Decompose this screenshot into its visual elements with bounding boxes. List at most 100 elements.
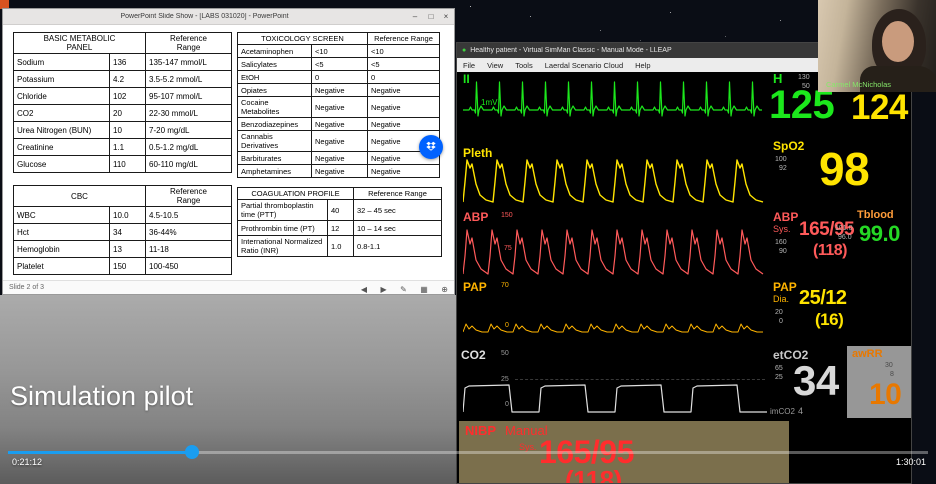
table-cell: 100-450	[146, 258, 232, 275]
table-cell: 40	[328, 200, 354, 221]
tblood-label: Tblood	[857, 210, 894, 221]
table-cell: 1.1	[110, 139, 146, 156]
table-cell: 22-30 mmol/L	[146, 105, 232, 122]
basic-metabolic-panel-table: BASIC METABOLIC PANEL Reference Range So…	[13, 32, 232, 173]
close-button[interactable]: ×	[439, 10, 453, 23]
table-title: BASIC METABOLIC PANEL	[14, 33, 146, 54]
menu-item-laerdal-scenario-cloud[interactable]: Laerdal Scenario Cloud	[539, 61, 629, 70]
table-cell: 60-110 mg/dL	[146, 156, 232, 173]
progress-handle[interactable]	[185, 445, 199, 459]
pap-label: PAP	[773, 281, 797, 293]
table-ref-header: Reference Range	[368, 33, 440, 45]
menu-item-help[interactable]: Help	[629, 61, 656, 70]
table-row: Hemoglobin1311-18	[14, 241, 232, 258]
table-ref-header: Reference Range	[354, 188, 442, 200]
dropbox-icon[interactable]	[419, 135, 443, 159]
minimize-button[interactable]: –	[408, 10, 422, 23]
table-cell: 20	[110, 105, 146, 122]
table-cell: Salicylates	[238, 58, 312, 71]
table-row: AmphetaminesNegativeNegative	[238, 165, 440, 178]
table-cell: Benzodiazepines	[238, 118, 312, 131]
etco2-limit-high: 65	[775, 365, 783, 372]
menu-item-view[interactable]: View	[481, 61, 509, 70]
monitor-window-title: Healthy patient - Virtual SimMan Classic…	[470, 47, 671, 54]
table-cell: Chloride	[14, 88, 110, 105]
see-all-slides-icon[interactable]: ▦	[420, 285, 428, 294]
co2-waveform	[463, 352, 769, 416]
table-cell: 36-44%	[146, 224, 232, 241]
pap-limit-high: 20	[775, 309, 783, 316]
spo2-limit-low: 92	[779, 165, 787, 172]
table-cell: Platelet	[14, 258, 110, 275]
table-cell: Hct	[14, 224, 110, 241]
pen-tool-icon[interactable]: ✎	[400, 285, 407, 294]
table-cell: Negative	[312, 131, 368, 152]
menu-item-file[interactable]: File	[457, 61, 481, 70]
awrr-limit-high: 30	[885, 362, 893, 369]
table-cell: Negative	[368, 165, 440, 178]
video-title: Simulation pilot	[10, 381, 193, 412]
table-row: Sodium136135-147 mmol/L	[14, 54, 232, 71]
table-row: Acetaminophen<10<10	[238, 45, 440, 58]
table-row: Potassium4.23.5-5.2 mmol/L	[14, 71, 232, 88]
elapsed-time: 0:21:12	[12, 457, 42, 467]
nibp-label: NIBP	[465, 424, 496, 437]
awrr-limit-low: 8	[890, 371, 894, 378]
next-slide-button[interactable]: ▶	[381, 285, 387, 294]
table-cell: 150	[110, 258, 146, 275]
table-cell: 0.8-1.1	[354, 236, 442, 257]
pleth-waveform	[463, 146, 769, 208]
table-title: TOXICOLOGY SCREEN	[238, 33, 368, 45]
slideshow-toolbar: ◀ ▶ ✎ ▦ ⊕	[352, 279, 448, 297]
table-cell: 10.0	[110, 207, 146, 224]
tblood-value: 99.0	[859, 223, 900, 245]
desktop-background-stars	[470, 6, 471, 7]
table-row: Prothrombin time (PT)1210 – 14 sec	[238, 221, 442, 236]
window-title: PowerPoint Slide Show - [LABS 031020] - …	[3, 13, 406, 20]
table-title: COAGULATION PROFILE	[238, 188, 354, 200]
video-progress-bar[interactable]	[8, 451, 928, 454]
table-row: Hct3436-44%	[14, 224, 232, 241]
table-cell: Negative	[312, 84, 368, 97]
table-row: EtOH00	[238, 71, 440, 84]
patient-status-icon: ●	[462, 47, 466, 54]
table-cell: 102	[110, 88, 146, 105]
pap-sublabel: Dia.	[773, 295, 789, 304]
table-cell: Cannabis Derivatives	[238, 131, 312, 152]
monitor-screen: II 1mV Pleth ABP 150 75 PAP 70 0 CO2 50 …	[457, 72, 911, 483]
table-cell: EtOH	[238, 71, 312, 84]
table-cell: International Normalized Ratio (INR)	[238, 236, 328, 257]
table-row: Cannabis DerivativesNegativeNegative	[238, 131, 440, 152]
table-cell: 10	[110, 122, 146, 139]
table-cell: Negative	[312, 97, 368, 118]
restore-button[interactable]: □	[424, 10, 438, 23]
total-duration: 1:30:01	[896, 457, 926, 467]
table-cell: Amphetamines	[238, 165, 312, 178]
participant-name: Carmel McNicholas	[826, 80, 891, 89]
table-row: Partial thromboplastin time (PTT)4032 – …	[238, 200, 442, 221]
table-row: CO22022-30 mmol/L	[14, 105, 232, 122]
table-cell: <5	[312, 58, 368, 71]
progress-played	[8, 451, 192, 454]
table-cell: Creatinine	[14, 139, 110, 156]
table-cell: 4.5-10.5	[146, 207, 232, 224]
previous-slide-button[interactable]: ◀	[361, 285, 367, 294]
table-cell: 7-20 mg/dL	[146, 122, 232, 139]
person-face	[882, 21, 914, 62]
powerpoint-titlebar[interactable]: PowerPoint Slide Show - [LABS 031020] - …	[3, 9, 454, 25]
table-cell: 12	[328, 221, 354, 236]
etco2-value: 34	[793, 360, 839, 402]
table-row: Cocaine MetabolitesNegativeNegative	[238, 97, 440, 118]
abp-waveform	[463, 218, 769, 278]
table-ref-header: Reference Range	[146, 186, 232, 207]
menu-item-tools[interactable]: Tools	[509, 61, 539, 70]
zoom-slide-icon[interactable]: ⊕	[441, 285, 448, 294]
hr-limit-high: 130	[798, 74, 810, 81]
table-cell: 32 – 45 sec	[354, 200, 442, 221]
abp-sublabel: Sys.	[773, 225, 791, 234]
table-cell: 110	[110, 156, 146, 173]
table-row: Salicylates<5<5	[238, 58, 440, 71]
table-cell: Urea Nitrogen (BUN)	[14, 122, 110, 139]
awrr-value: 10	[869, 380, 901, 410]
abp-mean: (118)	[813, 243, 847, 259]
